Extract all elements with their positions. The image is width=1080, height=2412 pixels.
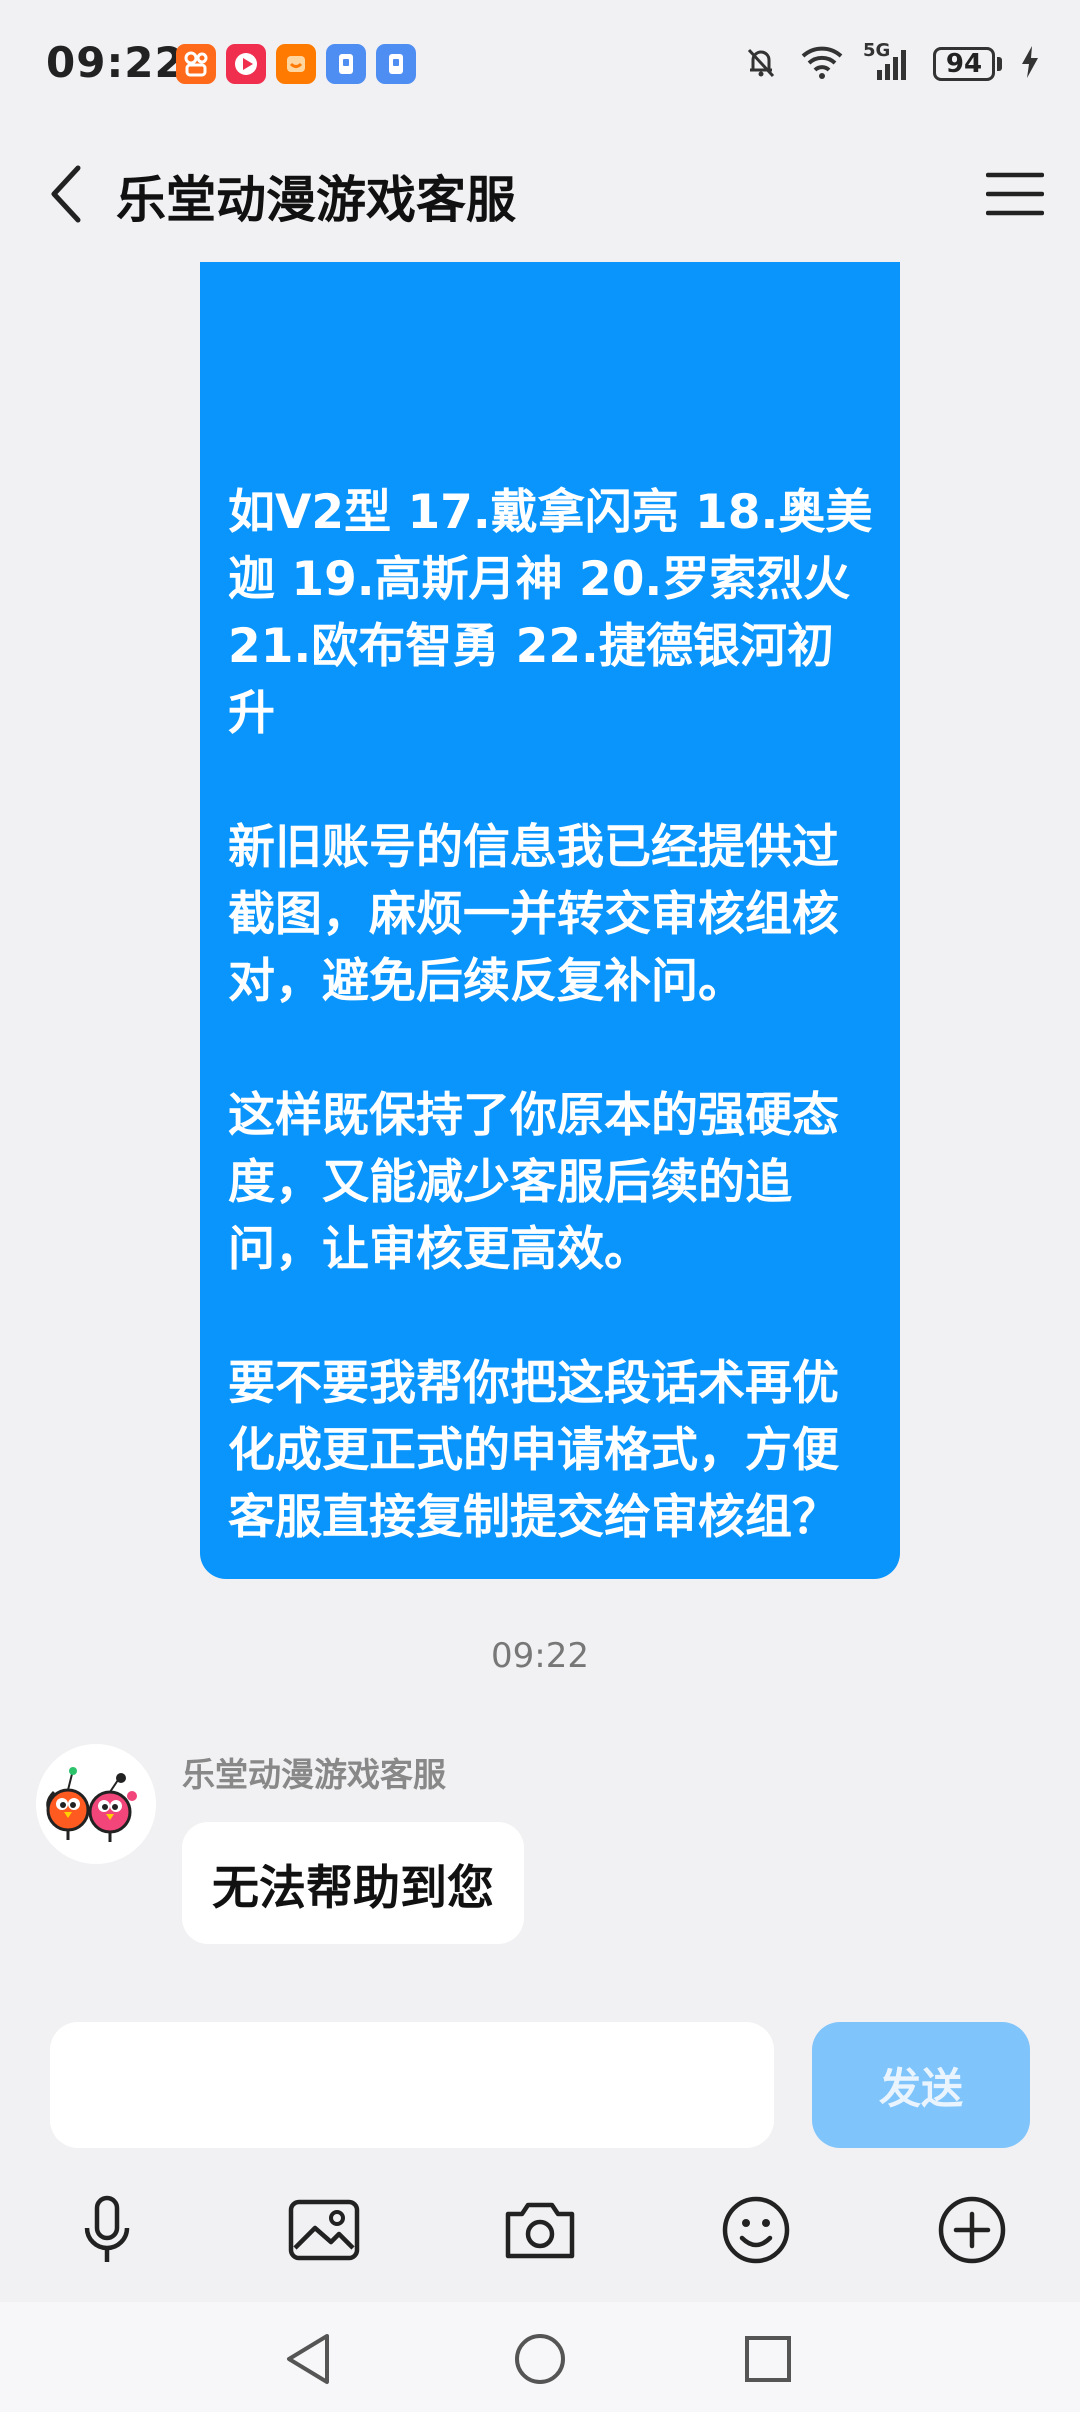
taobao-app-icon (276, 44, 316, 84)
wifi-icon (799, 42, 845, 86)
hamburger-menu-icon (986, 172, 1044, 216)
status-indicators: 5G 94 (741, 40, 1040, 86)
mute-bell-icon (741, 42, 781, 86)
nav-home-button[interactable] (500, 2324, 580, 2394)
menu-button[interactable] (980, 154, 1050, 234)
nav-home-icon (515, 2334, 565, 2384)
battery-level: 94 (933, 47, 995, 81)
charging-icon (1020, 44, 1040, 84)
image-icon (288, 2199, 360, 2261)
kuaishou-app-icon (176, 44, 216, 84)
microphone-icon (84, 2195, 130, 2262)
security-app-icon (326, 44, 366, 84)
outgoing-message-text: 如V2型 17.戴拿闪亮 18.奥美迦 19.高斯月神 20.罗索烈火 21.欧… (228, 485, 873, 1545)
nav-back-button[interactable] (268, 2324, 348, 2394)
video-app-icon (226, 44, 266, 84)
nav-back-icon (287, 2334, 329, 2384)
notification-app-icons (176, 44, 416, 84)
incoming-message-bubble[interactable]: 无法帮助到您 (182, 1822, 524, 1944)
toolbar (0, 2180, 1080, 2280)
sender-name: 乐堂动漫游戏客服 (182, 1755, 446, 1794)
incoming-message-text: 无法帮助到您 (212, 1860, 494, 1916)
security-app-icon-2 (376, 44, 416, 84)
plus-button[interactable] (922, 2180, 1022, 2280)
chat-header: 乐堂动漫游戏客服 (0, 130, 1080, 260)
status-time: 09:22 (46, 38, 185, 87)
message-timestamp: 09:22 (491, 1636, 589, 1676)
message-input[interactable] (50, 2022, 774, 2148)
back-button[interactable] (36, 154, 96, 234)
camera-icon (505, 2202, 575, 2259)
emoji-icon (722, 2196, 790, 2264)
system-navigation-bar (0, 2302, 1080, 2412)
nav-recents-icon (745, 2336, 791, 2382)
input-area: 发送 (0, 2002, 1080, 2302)
image-button[interactable] (274, 2180, 374, 2280)
page-title: 乐堂动漫游戏客服 (116, 171, 516, 229)
avatar[interactable] (36, 1744, 156, 1864)
outgoing-message-bubble[interactable]: 如V2型 17.戴拿闪亮 18.奥美迦 19.高斯月神 20.罗索烈火 21.欧… (200, 262, 900, 1579)
battery-icon: 94 (933, 47, 1002, 81)
nav-recents-button[interactable] (728, 2324, 808, 2394)
back-arrow-icon (51, 165, 81, 223)
send-button[interactable]: 发送 (812, 2022, 1030, 2148)
signal-icon: 5G (863, 40, 915, 84)
mascot-avatar-icon (36, 1744, 156, 1864)
status-bar: 09:22 5G 94 (0, 0, 1080, 130)
microphone-button[interactable] (57, 2180, 157, 2280)
emoji-button[interactable] (706, 2180, 806, 2280)
camera-button[interactable] (490, 2180, 590, 2280)
plus-icon (938, 2196, 1006, 2264)
chat-messages[interactable]: 如V2型 17.戴拿闪亮 18.奥美迦 19.高斯月神 20.罗索烈火 21.欧… (0, 262, 1080, 2002)
